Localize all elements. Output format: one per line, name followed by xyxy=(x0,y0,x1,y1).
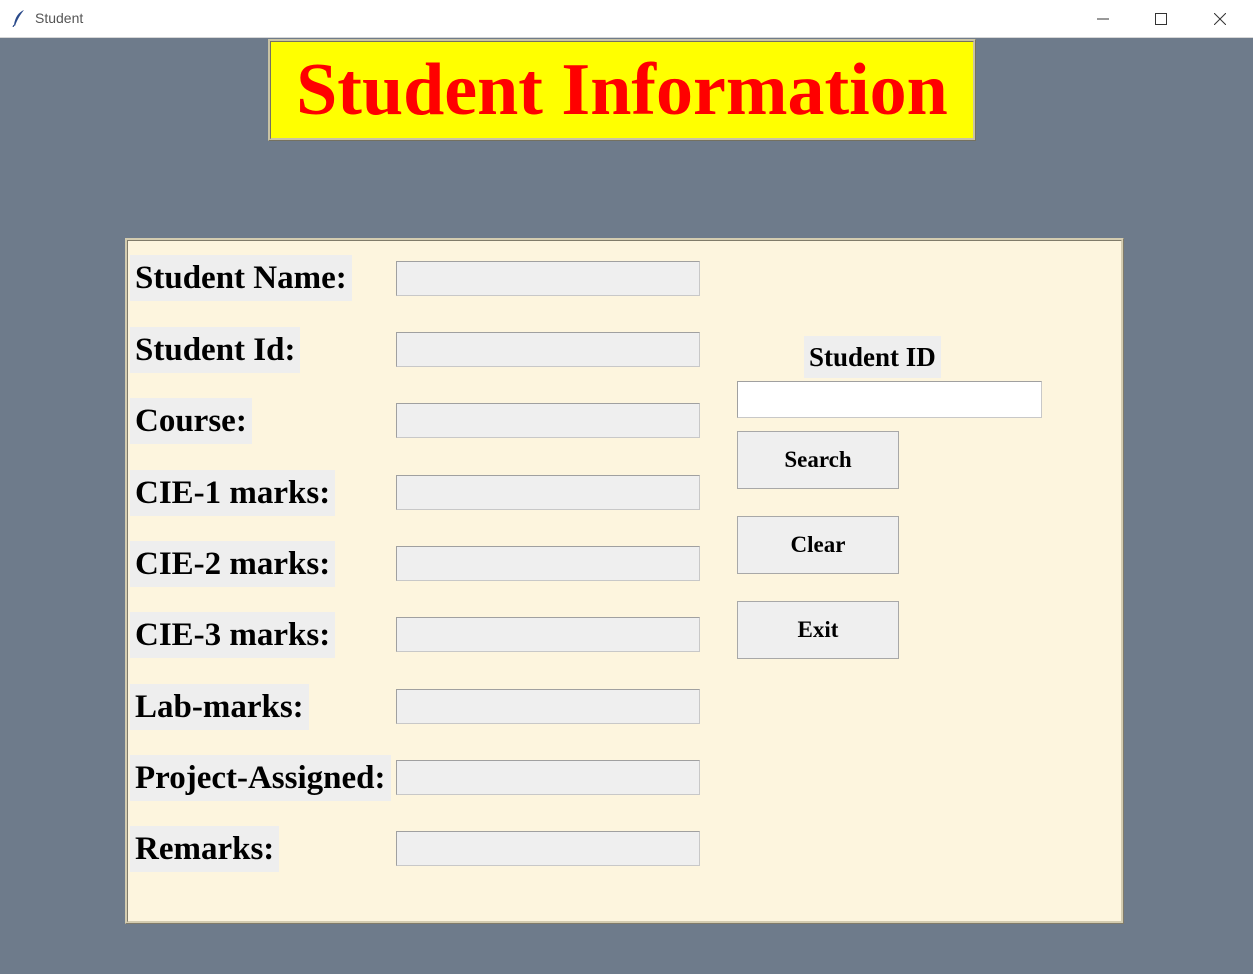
maximize-icon xyxy=(1155,12,1167,25)
project-assigned-label: Project-Assigned: xyxy=(130,755,391,801)
page-heading: Student Information xyxy=(268,39,976,141)
exit-button[interactable]: Exit xyxy=(737,601,899,659)
minimize-button[interactable] xyxy=(1074,0,1132,37)
heading-text: Student Information xyxy=(296,49,948,131)
search-button[interactable]: Search xyxy=(737,431,899,489)
student-name-field[interactable] xyxy=(396,261,700,296)
close-icon xyxy=(1214,12,1226,25)
close-button[interactable] xyxy=(1191,0,1249,37)
lab-marks-field[interactable] xyxy=(396,689,700,724)
cie1-marks-label: CIE-1 marks: xyxy=(130,470,336,516)
student-name-label: Student Name: xyxy=(130,255,352,301)
cie1-marks-field[interactable] xyxy=(396,475,700,510)
window-titlebar: Student xyxy=(0,0,1253,38)
student-id-label: Student Id: xyxy=(130,327,301,373)
cie3-marks-field[interactable] xyxy=(396,617,700,652)
cie2-marks-label: CIE-2 marks: xyxy=(130,541,336,587)
student-id-field[interactable] xyxy=(396,332,700,367)
remarks-label: Remarks: xyxy=(130,826,280,872)
course-label: Course: xyxy=(130,398,252,444)
window-title: Student xyxy=(35,10,84,26)
remarks-field[interactable] xyxy=(396,831,700,866)
cie3-marks-label: CIE-3 marks: xyxy=(130,612,336,658)
lab-marks-label: Lab-marks: xyxy=(130,684,309,730)
clear-button[interactable]: Clear xyxy=(737,516,899,574)
maximize-button[interactable] xyxy=(1132,0,1190,37)
minimize-icon xyxy=(1097,18,1109,19)
feather-icon xyxy=(12,10,24,27)
course-field[interactable] xyxy=(396,403,700,438)
cie2-marks-field[interactable] xyxy=(396,546,700,581)
search-student-id-input[interactable] xyxy=(737,381,1042,418)
project-assigned-field[interactable] xyxy=(396,760,700,795)
search-student-id-label: Student ID xyxy=(804,336,941,378)
